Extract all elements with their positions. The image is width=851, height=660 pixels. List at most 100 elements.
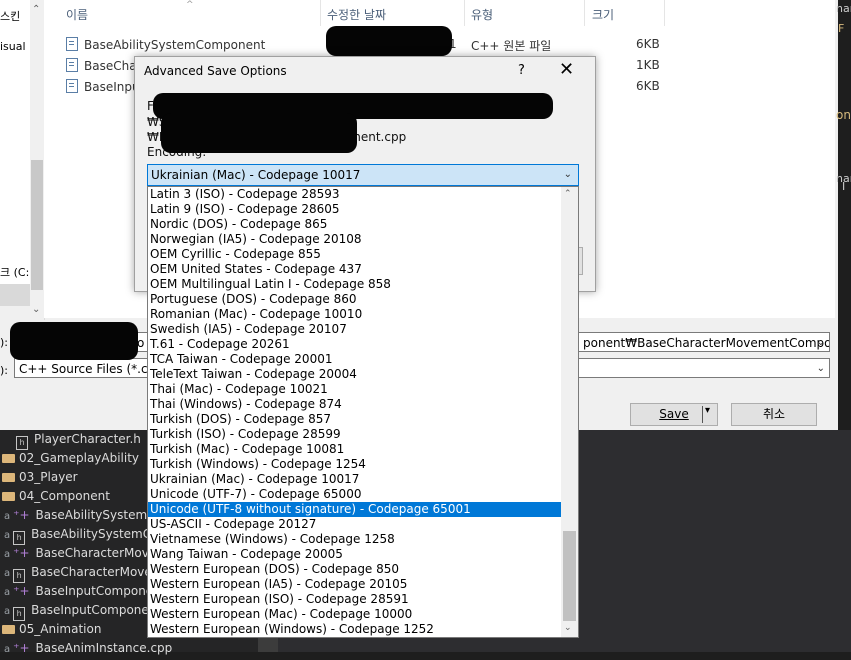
solution-item[interactable]: 05_Animation <box>2 622 101 641</box>
file-row[interactable]: BaseAbilitySystemComponent <box>66 37 265 57</box>
encoding-option[interactable]: Wang Taiwan - Codepage 20005 <box>148 547 562 562</box>
help-button[interactable]: ? <box>518 63 525 78</box>
filename-value: ponent₩BaseCharacterMovementCompone <box>583 336 830 350</box>
folder-icon <box>2 473 15 482</box>
solution-item-label: BaseInputComponent <box>35 584 166 598</box>
encoding-option[interactable]: OEM United States - Codepage 437 <box>148 262 562 277</box>
file-size: 6KB <box>636 79 660 93</box>
scroll-up-icon[interactable]: ⌃ <box>564 189 572 199</box>
encoding-option[interactable]: Thai (Mac) - Codepage 10021 <box>148 382 562 397</box>
nav-item-1[interactable]: 스킨 <box>0 8 20 24</box>
file-name: BaseChar <box>84 59 142 73</box>
encoding-option[interactable]: Romanian (Mac) - Codepage 10010 <box>148 307 562 322</box>
folder-icon <box>2 625 15 634</box>
header-file-icon: h <box>13 531 26 545</box>
chevron-down-icon[interactable]: ⌄ <box>817 359 825 377</box>
encoding-option[interactable]: Unicode (UTF-8 without signature) - Code… <box>148 502 562 517</box>
lock-icon: a <box>4 530 11 541</box>
solution-item[interactable]: h PlayerCharacter.h <box>16 432 141 451</box>
save-button-label: Save <box>659 407 689 421</box>
solution-item[interactable]: a ⁺+ BaseInputComponent <box>4 584 166 603</box>
solution-item[interactable]: 02_GameplayAbility <box>2 451 139 470</box>
redaction <box>161 113 357 153</box>
lock-icon: a <box>4 549 11 560</box>
nav-scroll-thumb[interactable] <box>31 160 43 290</box>
cpp-file-icon: ⁺+ <box>13 508 30 522</box>
column-header-modified[interactable]: 수정한 날짜 <box>327 6 386 23</box>
encoding-option[interactable]: OEM Cyrillic - Codepage 855 <box>148 247 562 262</box>
encoding-option[interactable]: Norwegian (IA5) - Codepage 20108 <box>148 232 562 247</box>
nav-item-2[interactable]: isual <box>0 40 26 53</box>
lock-icon: a <box>4 511 11 522</box>
column-separator[interactable] <box>664 0 665 26</box>
file-size: 1KB <box>636 58 660 72</box>
encoding-option[interactable]: TCA Taiwan - Codepage 20001 <box>148 352 562 367</box>
encoding-option[interactable]: Thai (Windows) - Codepage 874 <box>148 397 562 412</box>
scroll-down-icon[interactable]: ⌄ <box>564 623 572 633</box>
savetype-field[interactable]: C++ Source Files (*.c++ <box>14 358 148 378</box>
file-row[interactable]: BaseInpu <box>66 79 140 99</box>
nav-scroll-up-icon[interactable]: ⌃ <box>32 4 40 15</box>
solution-item[interactable]: a ⁺+ BaseCharacterMovem <box>4 546 168 565</box>
encoding-option[interactable]: Turkish (Mac) - Codepage 10081 <box>148 442 562 457</box>
encoding-option[interactable]: Unicode (UTF-7) - Codepage 65000 <box>148 487 562 502</box>
savetype-field-right[interactable]: ⌄ <box>578 358 830 378</box>
encoding-option[interactable]: Turkish (Windows) - Codepage 1254 <box>148 457 562 472</box>
nav-item-drive[interactable]: 크 (C: <box>0 264 29 280</box>
chevron-down-icon[interactable]: ⌄ <box>817 333 825 351</box>
encoding-select[interactable]: Ukrainian (Mac) - Codepage 10017 ⌄ <box>147 164 579 186</box>
close-icon[interactable]: ✕ <box>559 59 574 80</box>
redaction <box>326 26 452 56</box>
dropdown-scrollbar[interactable]: ⌃ ⌄ <box>561 187 578 637</box>
nav-scroll-down-icon[interactable]: ⌄ <box>32 304 40 315</box>
encoding-option[interactable]: TeleText Taiwan - Codepage 20004 <box>148 367 562 382</box>
solution-item[interactable]: a h BaseCharacterMovem <box>4 565 163 584</box>
encoding-option[interactable]: Ukrainian (Mac) - Codepage 10017 <box>148 472 562 487</box>
editor-text: F <box>838 22 845 35</box>
encoding-option[interactable]: Turkish (ISO) - Codepage 28599 <box>148 427 562 442</box>
encoding-option[interactable]: Vietnamese (Windows) - Codepage 1258 <box>148 532 562 547</box>
encoding-option[interactable]: Nordic (DOS) - Codepage 865 <box>148 217 562 232</box>
encoding-dropdown-list[interactable]: Latin 3 (ISO) - Codepage 28593 Latin 9 (I… <box>147 186 579 638</box>
chevron-down-icon[interactable]: ⌄ <box>564 165 572 185</box>
column-header-size[interactable]: 크기 <box>592 6 614 23</box>
cancel-button[interactable]: 취소 <box>731 403 817 426</box>
editor-edge <box>838 0 851 430</box>
filename-field[interactable]: ponent₩BaseCharacterMovementCompone ⌄ <box>578 332 830 352</box>
encoding-option[interactable]: Western European (Mac) - Codepage 10000 <box>148 607 562 622</box>
solution-item-label: 05_Animation <box>19 622 102 636</box>
solution-item-label: BaseAnimInstance.cpp <box>35 641 173 655</box>
column-separator[interactable] <box>584 0 585 26</box>
encoding-option[interactable]: OEM Multilingual Latin I - Codepage 858 <box>148 277 562 292</box>
folder-icon <box>2 492 15 501</box>
column-separator[interactable] <box>464 0 465 26</box>
save-options-dropdown-icon[interactable]: ▾ <box>705 405 710 416</box>
encoding-option[interactable]: Turkish (DOS) - Codepage 857 <box>148 412 562 427</box>
cpp-file-icon <box>66 58 78 72</box>
solution-item[interactable]: 03_Player <box>2 470 78 489</box>
dropdown-scroll-thumb[interactable] <box>563 531 576 621</box>
solution-item-label: 04_Component <box>19 489 110 503</box>
column-header-name[interactable]: 이름 <box>66 6 88 23</box>
encoding-option[interactable]: Swedish (IA5) - Codepage 20107 <box>148 322 562 337</box>
encoding-option[interactable]: Western European (IA5) - Codepage 20105 <box>148 577 562 592</box>
encoding-option[interactable]: Portuguese (DOS) - Codepage 860 <box>148 292 562 307</box>
solution-item[interactable]: a ⁺+ BaseAnimInstance.cpp <box>4 641 172 660</box>
encoding-option[interactable]: Latin 9 (ISO) - Codepage 28605 <box>148 202 562 217</box>
encoding-option[interactable]: Latin 3 (ISO) - Codepage 28593 <box>148 187 562 202</box>
column-separator[interactable] <box>320 0 321 26</box>
encoding-option[interactable]: US-ASCII - Codepage 20127 <box>148 517 562 532</box>
encoding-option[interactable]: T.61 - Codepage 20261 <box>148 337 562 352</box>
solution-item[interactable]: a h BaseInputComponent <box>4 603 161 622</box>
column-header-type[interactable]: 유형 <box>471 6 493 23</box>
savetype-value: C++ Source Files (*.c++ <box>19 362 148 376</box>
file-row[interactable]: BaseChar <box>66 58 142 78</box>
encoding-option[interactable]: Western European (ISO) - Codepage 28591 <box>148 592 562 607</box>
encoding-option[interactable]: Western European (Windows) - Codepage 12… <box>148 622 562 637</box>
solution-item[interactable]: a h BaseAbilitySystemCom <box>4 527 170 546</box>
solution-item-label: 02_GameplayAbility <box>19 451 140 465</box>
folder-icon <box>2 454 15 463</box>
encoding-option[interactable]: Western European (DOS) - Codepage 850 <box>148 562 562 577</box>
solution-item[interactable]: 04_Component <box>2 489 110 508</box>
nav-selected-item[interactable] <box>0 284 30 306</box>
